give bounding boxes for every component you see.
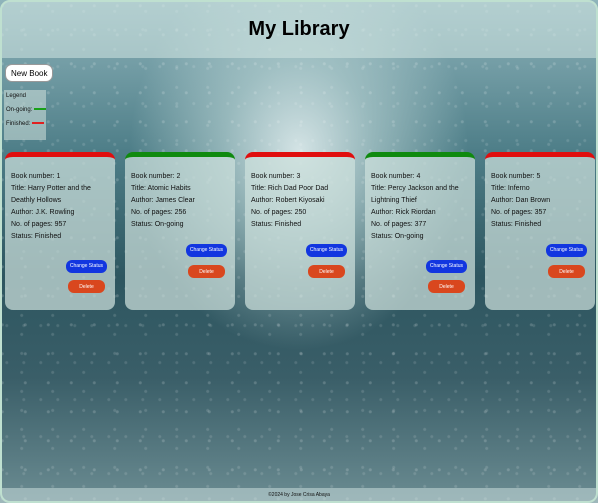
delete-button[interactable]: Delete xyxy=(428,280,465,293)
book-card: Book number: 5 Title: Inferno Author: Da… xyxy=(485,152,595,310)
change-status-button[interactable]: Change Status xyxy=(545,244,587,257)
page-title: My Library xyxy=(248,17,350,40)
book-title: Title: Atomic Habits xyxy=(131,185,191,192)
legend: Legend On-going: Finished: xyxy=(4,90,47,140)
book-pages: No. of pages: 250 xyxy=(251,209,307,216)
book-author: Author: Dan Brown xyxy=(491,197,551,204)
legend-ongoing-swatch xyxy=(34,108,47,111)
change-status-button[interactable]: Change Status xyxy=(425,260,467,273)
book-card: Book number: 1 Title: Harry Potter and t… xyxy=(5,152,115,310)
legend-ongoing: On-going: xyxy=(6,107,47,113)
book-pages: No. of pages: 377 xyxy=(371,221,427,228)
footer-copyright: ©2024 by Jose Crisa Abaya xyxy=(268,492,330,498)
book-pages: No. of pages: 957 xyxy=(11,221,67,228)
legend-title: Legend xyxy=(6,93,27,99)
book-number: Book number: 4 xyxy=(371,173,421,180)
legend-finished-label: Finished: xyxy=(6,121,31,127)
book-title: Title: Rich Dad Poor Dad xyxy=(251,185,329,192)
book-title: Title: Percy Jackson and the Lightning T… xyxy=(371,185,459,204)
legend-finished: Finished: xyxy=(6,121,45,127)
page-header: My Library xyxy=(0,0,598,58)
book-card: Book number: 3 Title: Rich Dad Poor Dad … xyxy=(245,152,355,310)
book-number: Book number: 2 xyxy=(131,173,181,180)
book-number: Book number: 3 xyxy=(251,173,301,180)
delete-button[interactable]: Delete xyxy=(308,265,345,278)
delete-button[interactable]: Delete xyxy=(548,265,585,278)
book-status: Status: On-going xyxy=(131,221,184,228)
book-number: Book number: 5 xyxy=(491,173,541,180)
book-title: Title: Inferno xyxy=(491,185,530,192)
book-status: Status: On-going xyxy=(371,233,424,240)
book-pages: No. of pages: 256 xyxy=(131,209,187,216)
change-status-button[interactable]: Change Status xyxy=(65,260,107,273)
book-card: Book number: 4 Title: Percy Jackson and … xyxy=(365,152,475,310)
book-number: Book number: 1 xyxy=(11,173,61,180)
book-author: Author: J.K. Rowling xyxy=(11,209,75,216)
new-book-button[interactable]: New Book xyxy=(5,64,54,82)
change-status-button[interactable]: Change Status xyxy=(305,244,347,257)
book-author: Author: James Clear xyxy=(131,197,195,204)
book-author: Author: Rick Riordan xyxy=(371,209,436,216)
book-status: Status: Finished xyxy=(11,233,62,240)
delete-button[interactable]: Delete xyxy=(68,280,105,293)
legend-ongoing-label: On-going: xyxy=(6,107,33,113)
delete-button[interactable]: Delete xyxy=(188,265,225,278)
book-pages: No. of pages: 357 xyxy=(491,209,547,216)
book-author: Author: Robert Kiyosaki xyxy=(251,197,325,204)
change-status-button[interactable]: Change Status xyxy=(185,244,227,257)
page-footer: ©2024 by Jose Crisa Abaya xyxy=(0,488,598,503)
book-status: Status: Finished xyxy=(251,221,302,228)
book-status: Status: Finished xyxy=(491,221,542,228)
book-title: Title: Harry Potter and the Deathly Holl… xyxy=(11,185,91,204)
book-card: Book number: 2 Title: Atomic Habits Auth… xyxy=(125,152,235,310)
legend-finished-swatch xyxy=(32,122,45,125)
